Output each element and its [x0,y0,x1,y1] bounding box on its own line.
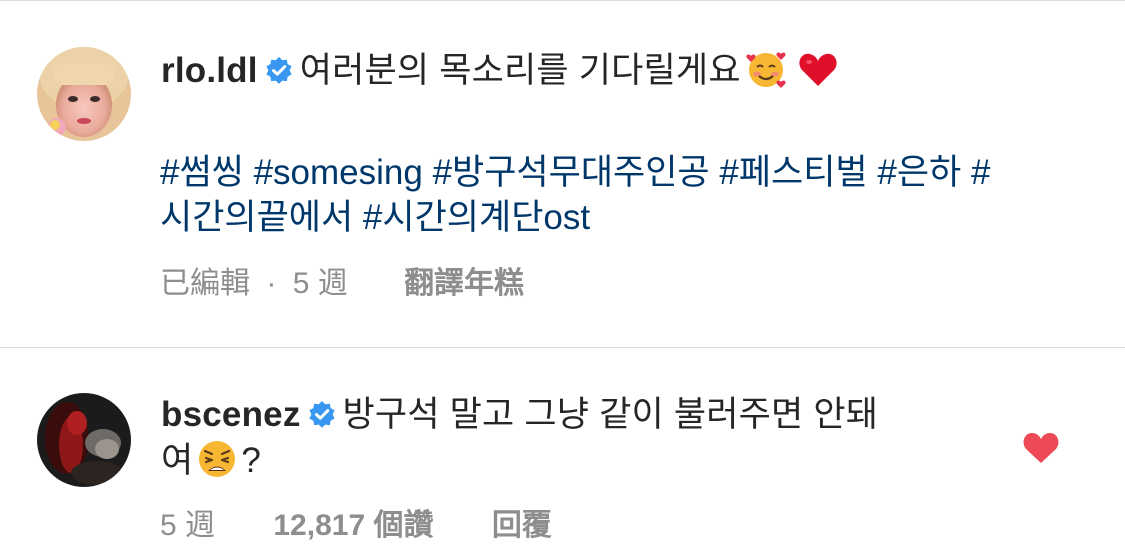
edited-label: 已編輯 [160,267,250,300]
avatar-bscenez[interactable] [37,393,131,487]
see-translation-button[interactable]: 翻譯年糕 [404,264,524,304]
comment-age: 5 週 [160,509,216,542]
comment-2-username[interactable]: bscenez [161,395,301,434]
comment-1-body: rlo.ldl 여러분의 목소리를 기다릴게요 [161,45,839,97]
comment-age: 5 週 [292,267,348,300]
verified-badge-icon [266,57,292,84]
comment-2-text-suffix: ? [241,441,262,480]
comment-1-hashtags-line-2[interactable]: 시간의끝에서 #시간의계단ost [160,192,590,244]
verified-badge-icon [308,401,335,428]
comment-2-body-line-1: bscenez 방구석 말고 그냥 같이 불러주면 안돼 [161,389,878,441]
red-heart-icon [799,53,837,86]
comment-2-text-line-1: 방구석 말고 그냥 같이 불러주면 안돼 [342,395,879,434]
top-divider [0,0,1125,1]
comment-1-meta: 已編輯 · 5 週 翻譯年糕 [160,264,524,304]
likes-count[interactable]: 12,817 個讚 [273,506,433,546]
reply-button[interactable]: 回覆 [492,506,552,546]
smiling-face-with-hearts-icon [746,52,786,88]
comment-2-meta: 5 週 12,817 個讚 回覆 [160,506,552,546]
comment-1-text: 여러분의 목소리를 기다릴게요 [299,51,741,90]
comment-divider [0,347,1125,348]
meta-separator: · [266,267,277,300]
liked-heart-icon[interactable] [1022,431,1060,465]
comment-2-text-prefix: 여 [161,441,194,480]
weary-face-icon [199,441,236,477]
comment-2-body-line-2: 여 ? [161,435,261,487]
comment-1-username[interactable]: rlo.ldl [161,51,258,90]
avatar-rlo-ldl[interactable] [37,47,131,141]
